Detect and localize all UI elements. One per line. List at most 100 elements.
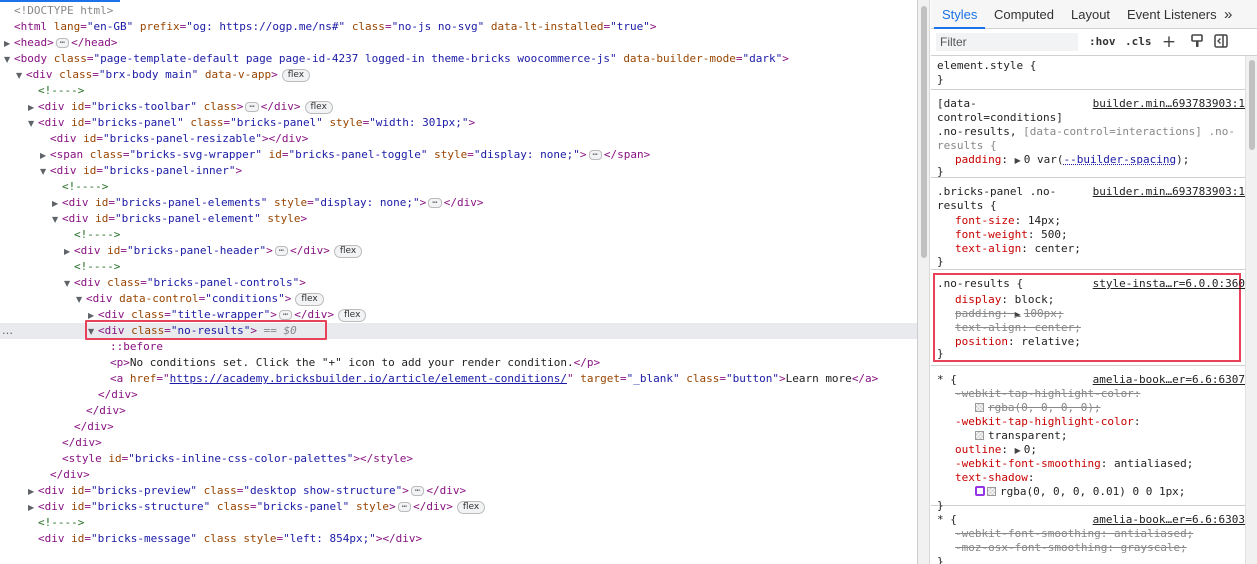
- hover-state-button[interactable]: :hov: [1089, 35, 1116, 48]
- css-property[interactable]: text-shadow: [955, 471, 1028, 484]
- css-value[interactable]: 0;: [1024, 443, 1037, 456]
- color-swatch[interactable]: [987, 487, 996, 496]
- css-declaration[interactable]: -webkit-tap-highlight-color:: [955, 415, 1140, 429]
- dom-node[interactable]: </div>: [0, 419, 917, 435]
- expanded-triangle-icon[interactable]: ▼: [40, 164, 50, 180]
- tab-layout[interactable]: Layout: [1071, 0, 1110, 29]
- tab-styles[interactable]: Styles: [933, 0, 986, 29]
- dom-node[interactable]: <!---->: [0, 515, 917, 531]
- dom-node[interactable]: ▶ <div id="bricks-panel-elements" style="…: [0, 195, 917, 211]
- dom-node[interactable]: ▼ <div class="brx-body main" data-v-app> f…: [0, 67, 917, 83]
- flex-badge[interactable]: flex: [456, 500, 486, 514]
- toggle-sidebar-icon[interactable]: [1213, 34, 1229, 50]
- dom-node[interactable]: <!---->: [0, 179, 917, 195]
- elements-scrollbar[interactable]: [918, 0, 930, 564]
- stylesheet-source-link[interactable]: builder.min…693783903:1: [1093, 97, 1245, 111]
- dom-node[interactable]: ▶ <div id="bricks-toolbar" class> ⋯ </div> f…: [0, 99, 917, 115]
- flex-badge[interactable]: flex: [338, 308, 367, 322]
- expand-value-icon[interactable]: ▶: [1015, 156, 1021, 165]
- css-value[interactable]: antialiased;: [1114, 457, 1193, 470]
- new-style-rule-icon[interactable]: +: [1161, 34, 1177, 51]
- flex-badge[interactable]: flex: [333, 244, 363, 258]
- color-swatch[interactable]: [975, 403, 984, 412]
- css-declaration[interactable]: padding: ▶ 0 var(--builder-spacing);: [955, 153, 1189, 167]
- css-declaration[interactable]: text-align: center;: [955, 242, 1081, 256]
- dom-node[interactable]: ▶ <head> ⋯ </head>: [0, 35, 917, 51]
- css-property[interactable]: text-align: [955, 242, 1021, 255]
- collapsed-content-ellipsis[interactable]: ⋯: [278, 310, 293, 320]
- expanded-triangle-icon[interactable]: ▼: [28, 116, 38, 132]
- css-value[interactable]: block;: [1015, 293, 1055, 306]
- flex-badge[interactable]: flex: [281, 68, 311, 82]
- css-declaration[interactable]: position: relative;: [955, 335, 1081, 349]
- collapsed-triangle-icon[interactable]: ▶: [28, 484, 38, 500]
- css-property[interactable]: position: [955, 335, 1008, 348]
- dom-node[interactable]: ▶ <div id="bricks-structure" class="brick…: [0, 499, 917, 515]
- elements-scrollbar-thumb[interactable]: [921, 6, 927, 258]
- css-value[interactable]: center;: [1034, 242, 1080, 255]
- tab-event-listeners[interactable]: Event Listeners: [1127, 0, 1217, 29]
- tab-computed[interactable]: Computed: [994, 0, 1054, 29]
- css-property[interactable]: font-weight: [955, 228, 1028, 241]
- css-declaration[interactable]: display: block;: [955, 293, 1054, 307]
- href-link[interactable]: https://academy.bricksbuilder.io/article…: [170, 372, 567, 385]
- dom-node[interactable]: <p>No conditions set. Click the "+" icon…: [0, 355, 917, 371]
- css-value[interactable]: antialiased;: [1114, 527, 1193, 540]
- color-swatch[interactable]: [975, 431, 984, 440]
- filter-input[interactable]: [936, 33, 1078, 51]
- expanded-triangle-icon[interactable]: ▼: [76, 292, 86, 308]
- collapsed-content-ellipsis[interactable]: ⋯: [245, 102, 259, 112]
- css-variable-link[interactable]: --builder-spacing: [1064, 153, 1177, 166]
- css-declaration[interactable]: -moz-osx-font-smoothing: grayscale;: [955, 541, 1187, 555]
- collapsed-content-ellipsis[interactable]: ⋯: [428, 198, 442, 208]
- dom-node[interactable]: <!---->: [0, 259, 917, 275]
- collapsed-content-ellipsis[interactable]: ⋯: [274, 246, 289, 256]
- css-property[interactable]: -webkit-font-smoothing: [955, 457, 1101, 470]
- row-menu-dots-icon[interactable]: …: [2, 323, 14, 339]
- css-value[interactable]: 14px;: [1028, 214, 1061, 227]
- styles-scrollbar-thumb[interactable]: [1249, 60, 1255, 150]
- dom-node[interactable]: <!---->: [0, 83, 917, 99]
- more-tabs-icon[interactable]: »: [1224, 0, 1232, 29]
- dom-node[interactable]: ▶ <div id="bricks-panel-header"> ⋯ </div> fl…: [0, 243, 917, 259]
- collapsed-triangle-icon[interactable]: ▶: [40, 148, 50, 164]
- css-declaration[interactable]: text-align: center;: [955, 321, 1081, 335]
- dom-node[interactable]: </div>: [0, 403, 917, 419]
- stylesheet-source-link[interactable]: style-insta…r=6.0.0:360: [1093, 277, 1245, 291]
- css-declaration[interactable]: font-weight: 500;: [955, 228, 1068, 242]
- styles-scrollbar[interactable]: [1245, 56, 1257, 564]
- css-declaration[interactable]: padding: ▶ 100px;: [955, 307, 1064, 321]
- collapsed-triangle-icon[interactable]: ▶: [64, 244, 74, 260]
- collapsed-triangle-icon[interactable]: ▶: [28, 100, 38, 116]
- css-declaration[interactable]: outline: ▶ 0;: [955, 443, 1037, 457]
- css-value[interactable]: 100px;: [1024, 307, 1064, 320]
- collapsed-triangle-icon[interactable]: ▶: [52, 196, 62, 212]
- css-property[interactable]: -webkit-font-smoothing: [955, 527, 1101, 540]
- expand-value-icon[interactable]: ▶: [1015, 446, 1021, 455]
- css-value[interactable]: grayscale;: [1121, 541, 1187, 554]
- dom-node[interactable]: <a href="https://academy.bricksbuilder.i…: [0, 371, 917, 387]
- css-declaration[interactable]: text-shadow:: [955, 471, 1034, 485]
- collapsed-triangle-icon[interactable]: ▶: [4, 36, 14, 52]
- stylesheet-source-link[interactable]: amelia-book…er=6.6:6303: [1093, 513, 1245, 527]
- flex-badge[interactable]: flex: [295, 292, 324, 306]
- paint-brush-icon[interactable]: [1189, 34, 1205, 50]
- css-property[interactable]: padding: [955, 153, 1001, 166]
- expanded-triangle-icon[interactable]: ▼: [64, 276, 74, 292]
- dom-node[interactable]: <style id="bricks-inline-css-color-palet…: [0, 451, 917, 467]
- css-value[interactable]: 500;: [1041, 228, 1068, 241]
- expand-value-icon[interactable]: ▶: [1015, 310, 1021, 319]
- css-declaration[interactable]: -webkit-font-smoothing: antialiased;: [955, 457, 1193, 471]
- dom-node[interactable]: ▼ <div id="bricks-panel-element" style>: [0, 211, 917, 227]
- css-property[interactable]: display: [955, 293, 1001, 306]
- css-property[interactable]: -moz-osx-font-smoothing: [955, 541, 1107, 554]
- css-value[interactable]: relative;: [1021, 335, 1081, 348]
- css-property[interactable]: font-size: [955, 214, 1015, 227]
- dom-node[interactable]: <div id="bricks-panel-resizable"></div>: [0, 131, 917, 147]
- css-declaration[interactable]: -webkit-tap-highlight-color:: [955, 387, 1140, 401]
- css-property[interactable]: -webkit-tap-highlight-color: [955, 415, 1134, 428]
- css-declaration[interactable]: font-size: 14px;: [955, 214, 1061, 228]
- css-property[interactable]: padding: [955, 307, 1001, 320]
- dom-node[interactable]: ▼ <div data-control="conditions"> flex: [0, 291, 917, 307]
- dom-node[interactable]: <!---->: [0, 227, 917, 243]
